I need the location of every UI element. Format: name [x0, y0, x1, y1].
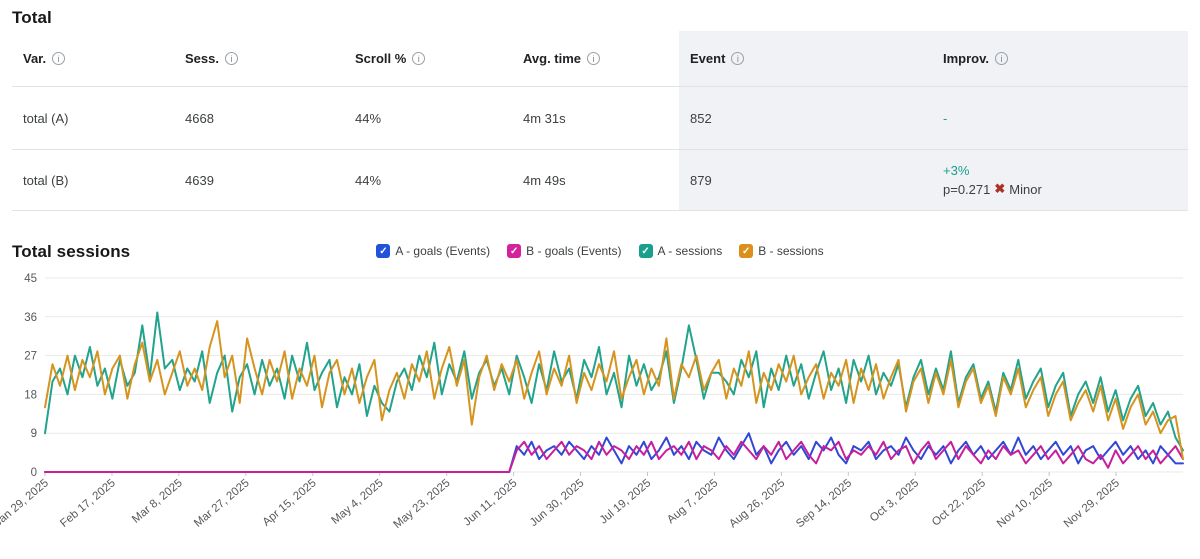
svg-text:Sep 14, 2025: Sep 14, 2025 — [794, 477, 854, 530]
legend-item-a-sessions[interactable]: ✓A - sessions — [639, 244, 723, 258]
svg-text:18: 18 — [24, 389, 37, 401]
checkbox-checked-icon[interactable]: ✓ — [376, 244, 390, 258]
chart-section: Total sessions ✓A - goals (Events) ✓B - … — [0, 242, 1200, 549]
svg-text:36: 36 — [24, 312, 37, 324]
col-header-scroll: Scroll %i — [344, 31, 512, 86]
row-a-scroll: 44% — [344, 86, 512, 149]
row-a-var: total (A) — [12, 86, 174, 149]
svg-text:Oct 22, 2025: Oct 22, 2025 — [930, 477, 988, 529]
svg-text:Jul 19, 2025: Jul 19, 2025 — [598, 477, 654, 526]
chart-legend: ✓A - goals (Events) ✓B - goals (Events) … — [12, 244, 1188, 258]
svg-text:Nov 29, 2025: Nov 29, 2025 — [1062, 477, 1122, 530]
svg-text:Jan 29, 2025: Jan 29, 2025 — [0, 477, 51, 529]
row-b-avg-time: 4m 49s — [512, 149, 679, 211]
row-b-improv: +3% p=0.271 ✖ Minor — [932, 149, 1188, 211]
legend-item-a-goals[interactable]: ✓A - goals (Events) — [376, 244, 490, 258]
svg-text:Mar 27, 2025: Mar 27, 2025 — [192, 477, 252, 530]
col-header-sess: Sess.i — [174, 31, 344, 86]
svg-text:9: 9 — [31, 428, 37, 440]
row-a-improv: - — [932, 86, 1188, 149]
info-icon[interactable]: i — [412, 52, 425, 65]
svg-text:0: 0 — [31, 467, 37, 479]
row-a-avg-time: 4m 31s — [512, 86, 679, 149]
cross-icon: ✖ — [994, 181, 1005, 197]
row-a-sessions: 4668 — [174, 86, 344, 149]
col-header-var: Var.i — [12, 31, 174, 86]
svg-text:Apr 15, 2025: Apr 15, 2025 — [261, 477, 319, 529]
totals-section: Total Var.i Sess.i Scroll %i Avg. timei … — [0, 0, 1200, 211]
chart-header: Total sessions ✓A - goals (Events) ✓B - … — [12, 242, 1188, 266]
checkbox-checked-icon[interactable]: ✓ — [639, 244, 653, 258]
row-b-sessions: 4639 — [174, 149, 344, 211]
col-header-avg-time: Avg. timei — [512, 31, 679, 86]
col-header-event: Eventi — [679, 31, 932, 86]
svg-text:Nov 10, 2025: Nov 10, 2025 — [995, 477, 1055, 530]
svg-text:Aug 26, 2025: Aug 26, 2025 — [727, 477, 787, 530]
col-header-improv: Improv.i — [932, 31, 1188, 86]
svg-text:Oct 3, 2025: Oct 3, 2025 — [868, 477, 921, 524]
row-b-event: 879 — [679, 149, 932, 211]
info-icon[interactable]: i — [995, 52, 1008, 65]
svg-text:Mar 8, 2025: Mar 8, 2025 — [130, 477, 185, 526]
svg-text:27: 27 — [24, 351, 37, 363]
svg-text:May 23, 2025: May 23, 2025 — [391, 477, 452, 531]
sessions-line-chart[interactable]: 0 9 18 27 36 45 Jan 29, 2025Feb 17, 2025Mar 8,… — [0, 266, 1200, 544]
row-a-event: 852 — [679, 86, 932, 149]
svg-text:Jun 11, 2025: Jun 11, 2025 — [462, 477, 520, 528]
svg-text:45: 45 — [24, 273, 37, 285]
svg-text:Jun 30, 2025: Jun 30, 2025 — [528, 477, 587, 529]
svg-text:Aug 7, 2025: Aug 7, 2025 — [665, 477, 720, 526]
improvement-value: - — [943, 111, 947, 126]
info-icon[interactable]: i — [52, 52, 65, 65]
row-b-var: total (B) — [12, 149, 174, 211]
checkbox-checked-icon[interactable]: ✓ — [507, 244, 521, 258]
legend-item-b-sessions[interactable]: ✓B - sessions — [739, 244, 823, 258]
p-value: p=0.271 — [943, 182, 990, 197]
info-icon[interactable]: i — [225, 52, 238, 65]
significance-badge: Minor — [1009, 182, 1042, 197]
legend-item-b-goals[interactable]: ✓B - goals (Events) — [507, 244, 621, 258]
svg-text:May 4, 2025: May 4, 2025 — [329, 477, 385, 527]
totals-table: Var.i Sess.i Scroll %i Avg. timei Eventi… — [12, 31, 1188, 211]
row-b-scroll: 44% — [344, 149, 512, 211]
checkbox-checked-icon[interactable]: ✓ — [739, 244, 753, 258]
info-icon[interactable]: i — [587, 52, 600, 65]
svg-text:Feb 17, 2025: Feb 17, 2025 — [58, 477, 118, 530]
info-icon[interactable]: i — [731, 52, 744, 65]
table-title: Total — [12, 8, 1188, 28]
improvement-value: +3% — [943, 163, 969, 178]
significance-line: p=0.271 ✖ Minor — [943, 181, 1042, 197]
